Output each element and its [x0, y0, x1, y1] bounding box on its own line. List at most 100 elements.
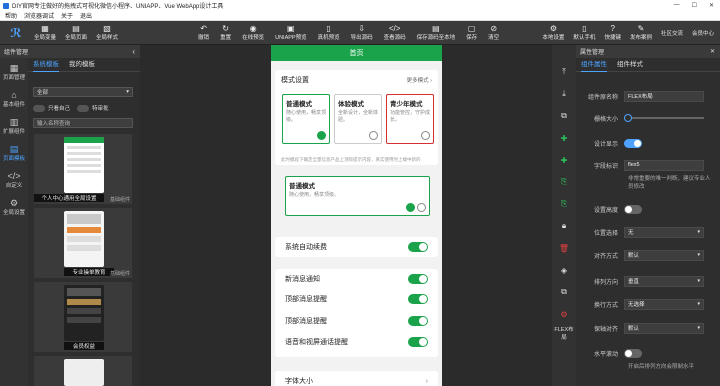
- edit-icon: ✎: [637, 24, 645, 33]
- undo-button[interactable]: ↶ 撤销: [198, 21, 209, 45]
- layers-icon[interactable]: ◈: [552, 259, 576, 281]
- menu-browser-debug[interactable]: 浏览器调试: [24, 11, 54, 20]
- move-top-icon[interactable]: ⤒: [552, 61, 576, 83]
- clear-button[interactable]: ⊘ 清空: [488, 21, 499, 45]
- menu-help[interactable]: 帮助: [5, 11, 17, 20]
- global-styles-button[interactable]: ▧ 全局样式: [96, 21, 118, 45]
- flex-layout-label: FLEX布局: [554, 327, 574, 341]
- direction-select[interactable]: 垂直 ▾: [624, 275, 704, 287]
- prop-label: 水平滚动: [593, 351, 618, 358]
- online-preview-button[interactable]: ◉ 在线预览: [242, 21, 264, 45]
- wrap-select[interactable]: 无选择 ▾: [624, 298, 704, 310]
- prop-label: 换行方式: [593, 302, 618, 309]
- device-preview-button[interactable]: ▯ 真机预览: [318, 21, 340, 45]
- nav-extended-components[interactable]: ▥ 扩展组件: [0, 112, 28, 139]
- mode-option-teen[interactable]: 青少年模式 功能管控，守护成长。: [386, 94, 434, 144]
- global-pages-button[interactable]: ▤ 全局页面: [65, 21, 87, 45]
- font-size-card[interactable]: 字体大小 ›: [275, 371, 438, 386]
- add-before-icon[interactable]: ✚: [552, 127, 576, 149]
- cross-align-select[interactable]: 默认 ▾: [624, 322, 704, 334]
- design-display-toggle[interactable]: [624, 138, 642, 148]
- pinned-toggle[interactable]: [77, 104, 90, 112]
- close-icon[interactable]: ✕: [710, 48, 715, 55]
- nav-custom[interactable]: </> 自定义: [0, 166, 28, 193]
- new-message-switch[interactable]: [408, 274, 428, 284]
- move-bottom-icon[interactable]: ⤓: [552, 83, 576, 105]
- copy-icon[interactable]: ⧉: [552, 105, 576, 127]
- default-phone-button[interactable]: ▯ 默认手机: [573, 21, 595, 45]
- notification-card: 新消息通知 顶部消息提醒 顶部消息提醒 语音和视屏通话提醒: [275, 269, 438, 357]
- only-mine-toggle[interactable]: [33, 104, 45, 112]
- gear-icon: ⚙: [9, 197, 19, 208]
- grid-size-slider[interactable]: [624, 114, 704, 122]
- mode-option-experience[interactable]: 体验模式 全新设计，全新体验。: [334, 94, 382, 144]
- tab-component-styles[interactable]: 组件样式: [617, 58, 643, 72]
- template-card-4[interactable]: [34, 356, 132, 386]
- tab-component-props[interactable]: 组件属性: [581, 58, 607, 72]
- field-id-input[interactable]: flex5: [624, 159, 704, 171]
- align-select[interactable]: 默认 ▾: [624, 249, 704, 261]
- template-thumbnail: [64, 211, 104, 267]
- export-source-button[interactable]: ⇩ 导出源码: [351, 21, 373, 45]
- view-source-button[interactable]: </> 查看源码: [384, 21, 406, 45]
- delete-icon[interactable]: 🗑︎: [552, 237, 576, 259]
- slider-handle[interactable]: [624, 114, 632, 122]
- community-button[interactable]: 社区交流: [661, 21, 683, 45]
- template-tag: 基础组件: [109, 271, 130, 277]
- field-id-note: 非常重要的唯一判断，建议专业人员修改: [628, 176, 711, 190]
- reset-button[interactable]: ↻ 重置: [220, 21, 231, 45]
- horizontal-scroll-toggle[interactable]: [624, 348, 642, 358]
- member-center-button[interactable]: 会员中心: [692, 21, 714, 45]
- collapse-left-icon[interactable]: ‹: [132, 47, 135, 56]
- voice-call-switch[interactable]: [408, 337, 428, 347]
- nav-basic-components[interactable]: ⌂ 基本组件: [0, 85, 28, 112]
- template-search-input[interactable]: 输入名称查询: [33, 118, 133, 128]
- mode-option-normal-bottom[interactable]: 普通模式 随心使用，畅享顶级。: [285, 176, 430, 216]
- menu-about[interactable]: 关于: [61, 11, 73, 20]
- save-button[interactable]: ▢ 保存: [466, 21, 477, 45]
- set-height-toggle[interactable]: [624, 204, 642, 214]
- component-name-input[interactable]: FLEX布局: [624, 90, 704, 102]
- share-icon[interactable]: ⧉: [552, 281, 576, 303]
- maximize-button[interactable]: ☐: [692, 2, 697, 9]
- nav-page-templates[interactable]: ▤ 页面模板: [0, 139, 28, 166]
- add-after-icon[interactable]: ✚: [552, 149, 576, 171]
- prop-label: 栅格大小: [593, 116, 618, 123]
- publish-case-button[interactable]: ✎ 发布案例: [630, 21, 652, 45]
- template-filter-select[interactable]: 全部 ▾: [33, 87, 133, 97]
- top-message-switch[interactable]: [408, 294, 428, 304]
- auto-renew-card: 系统自动续费: [275, 237, 438, 257]
- local-settings-button[interactable]: ⚙ 本地设置: [542, 21, 564, 45]
- shortcuts-button[interactable]: ? 快捷键: [604, 21, 621, 45]
- prop-label: 设计显示: [593, 141, 618, 148]
- reset-icon: ↻: [222, 24, 229, 33]
- nav-page-manager[interactable]: ▦ 页面管理: [0, 58, 28, 85]
- paste-icon[interactable]: ⎘: [552, 171, 576, 193]
- more-modes-link[interactable]: 更多模式 ›: [407, 76, 432, 84]
- global-variables-button[interactable]: ▦ 全局变量: [34, 21, 56, 45]
- tab-system-templates[interactable]: 系统模板: [33, 58, 59, 72]
- minimize-button[interactable]: —: [674, 2, 680, 9]
- top-message-switch-2[interactable]: [408, 316, 428, 326]
- settings-icon[interactable]: ⚙: [552, 303, 576, 325]
- template-card-3[interactable]: 会员权益: [34, 282, 132, 352]
- tab-my-templates[interactable]: 我的模板: [69, 58, 95, 72]
- template-card-1[interactable]: 个人中心通用全局设置 基础组件: [34, 134, 132, 204]
- template-thumbnail: [64, 359, 104, 386]
- menu-exit[interactable]: 退出: [80, 11, 92, 20]
- code-icon: </>: [7, 170, 21, 181]
- template-tag: 基础组件: [109, 197, 130, 203]
- save-local-icon: ▤: [432, 24, 440, 33]
- close-button[interactable]: ✕: [709, 2, 714, 9]
- uniapp-preview-button[interactable]: ▣ UNIAPP预览: [275, 21, 306, 45]
- template-card-2[interactable]: 专业操单教育 基础组件: [34, 208, 132, 278]
- save-local-button[interactable]: ▤ 保存源码至本地: [417, 21, 456, 45]
- wrap-icon[interactable]: ⎘: [552, 193, 576, 215]
- position-select[interactable]: 无 ▾: [624, 226, 704, 238]
- nav-global-settings[interactable]: ⚙ 全局设置: [0, 193, 28, 220]
- mode-option-normal[interactable]: 普通模式 随心使用，畅享顶级。: [282, 94, 330, 144]
- auto-renew-switch[interactable]: [408, 242, 428, 252]
- prop-label: 位置选择: [593, 230, 618, 237]
- title-bar: DIY官网专注做好的拖拽式可视化微信小程序、UNIAPP、Vue WebApp设…: [0, 0, 720, 11]
- lock-icon[interactable]: 🔒︎: [552, 215, 576, 237]
